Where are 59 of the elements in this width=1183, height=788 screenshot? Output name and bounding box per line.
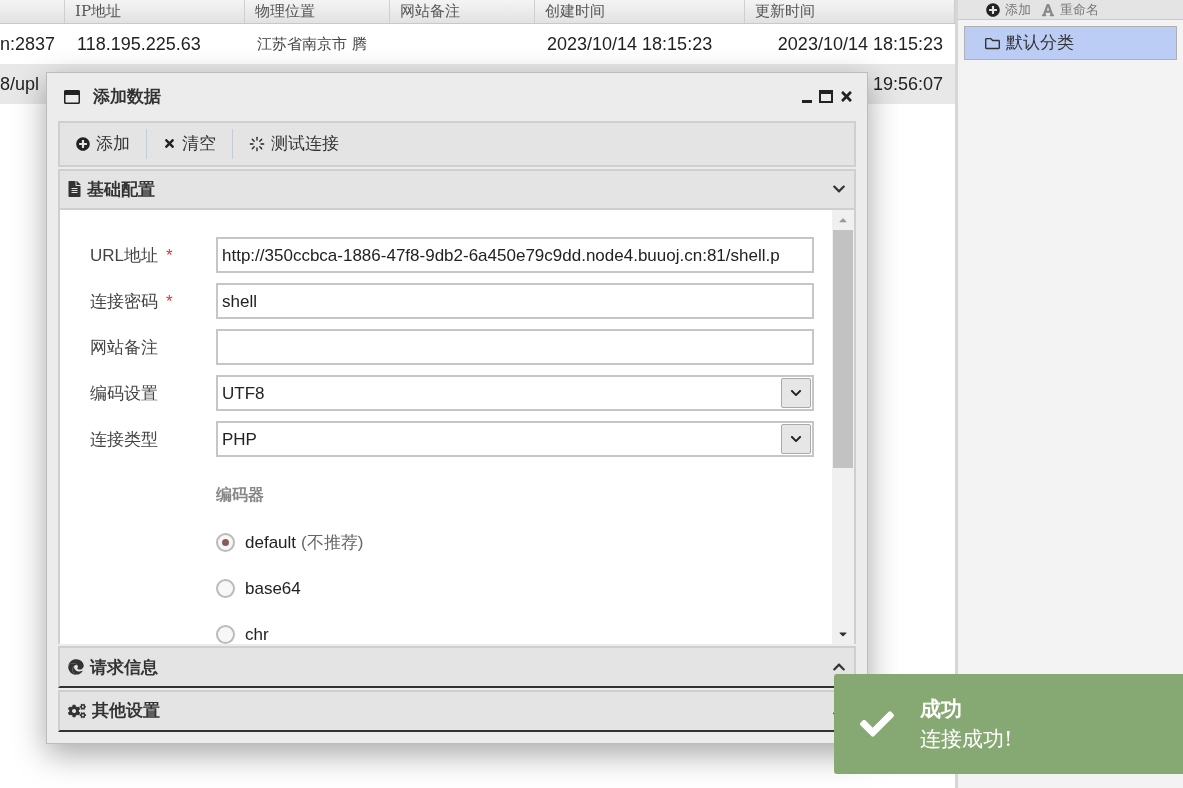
window-icon bbox=[63, 88, 81, 105]
toolbar-button[interactable]: 添加 bbox=[986, 0, 1031, 20]
input-field[interactable]: http://350ccbca-1886-47f8-9db2-6a450e79c9dd.node4.buuoj.cn:81/shell.p bbox=[216, 237, 814, 274]
required-mark: * bbox=[166, 291, 173, 314]
document-icon bbox=[68, 181, 81, 198]
field-label: 连接密码 bbox=[90, 291, 158, 314]
column-header[interactable]: IP地址 bbox=[75, 0, 122, 23]
column-header[interactable]: 网站备注 bbox=[400, 0, 460, 23]
close-icon[interactable] bbox=[839, 89, 854, 105]
toast-title: 成功 bbox=[920, 694, 963, 723]
table-cell-text: 江苏省南京市 腾 bbox=[257, 33, 367, 55]
plus-icon bbox=[76, 136, 90, 151]
table-cell-text: 118.195.225.63 bbox=[77, 32, 201, 56]
font-icon bbox=[1041, 2, 1055, 17]
table-cell-text: n:2837 bbox=[0, 32, 56, 56]
toast-message: 连接成功! bbox=[920, 726, 1013, 753]
column-header[interactable]: 物理位置 bbox=[255, 0, 315, 23]
field-label: 编码设置 bbox=[90, 383, 158, 406]
select-field[interactable]: PHP bbox=[216, 421, 814, 458]
radio-button[interactable] bbox=[216, 532, 235, 552]
table-cell-text: 19:56:07 bbox=[872, 72, 943, 96]
folder-icon bbox=[985, 35, 1000, 51]
column-header[interactable]: 更新时间 bbox=[755, 0, 815, 23]
loader-icon bbox=[249, 135, 265, 152]
window-title: 添加数据 bbox=[93, 85, 161, 109]
radio-button[interactable] bbox=[216, 624, 235, 644]
select-field[interactable]: UTF8 bbox=[216, 375, 814, 412]
table-cell-text: 2023/10/14 18:15:23 bbox=[547, 32, 713, 56]
column-header[interactable]: 创建时间 bbox=[545, 0, 605, 23]
scrollbar-thumb[interactable] bbox=[833, 230, 853, 469]
plus-icon bbox=[986, 2, 1000, 17]
required-mark: * bbox=[166, 245, 173, 268]
input-field[interactable] bbox=[216, 329, 814, 366]
radio-option[interactable]: default (不推荐) bbox=[216, 529, 364, 556]
tree-item-label: 默认分类 bbox=[1006, 31, 1074, 55]
input-field[interactable]: shell bbox=[216, 283, 814, 320]
radio-option[interactable]: chr bbox=[216, 621, 269, 645]
field-label: 网站备注 bbox=[90, 337, 158, 360]
table-cell-text: 8/upl bbox=[0, 72, 40, 96]
maximize-icon[interactable] bbox=[819, 90, 833, 104]
close-icon bbox=[163, 137, 176, 151]
dropdown-button[interactable] bbox=[781, 378, 811, 409]
field-label: URL地址 bbox=[90, 245, 158, 268]
scrollbar[interactable] bbox=[832, 210, 854, 645]
dropdown-button[interactable] bbox=[781, 424, 811, 455]
toolbar-button[interactable]: 清空 bbox=[163, 130, 216, 157]
toolbar-button[interactable]: 重命名 bbox=[1041, 0, 1099, 20]
gears-icon bbox=[68, 703, 86, 720]
tree-item[interactable]: 默认分类 bbox=[964, 26, 1177, 60]
radio-button[interactable] bbox=[216, 578, 235, 598]
edge-icon bbox=[68, 659, 84, 676]
field-label: 连接类型 bbox=[90, 429, 158, 452]
toolbar-button[interactable]: 添加 bbox=[76, 130, 130, 157]
toolbar-button[interactable]: 测试连接 bbox=[249, 130, 339, 157]
accordion-header[interactable]: 请求信息 bbox=[58, 646, 856, 689]
table-cell-text: 2023/10/14 18:15:23 bbox=[777, 32, 943, 56]
accordion-header[interactable]: 基础配置 bbox=[58, 168, 856, 211]
radio-option[interactable]: base64 bbox=[216, 575, 301, 602]
group-label: 编码器 bbox=[216, 484, 265, 507]
